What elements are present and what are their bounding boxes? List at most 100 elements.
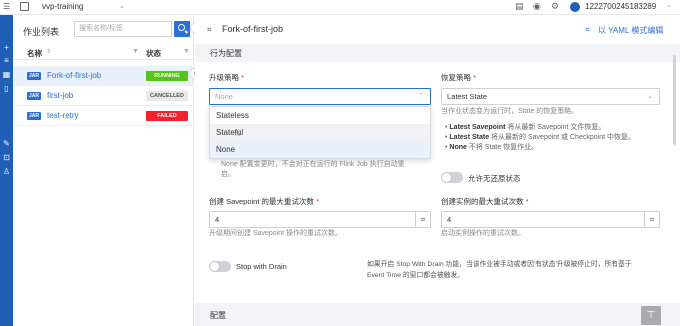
user-id[interactable]: 1222700245183289 [585, 2, 656, 11]
restore-strategy-label-text: 恢复策略 [441, 73, 471, 82]
upgrade-help: None 配置变更时，不会对正在运行的 Flink Job 执行自动重 [221, 161, 405, 168]
project-icon [20, 2, 29, 11]
bullet-bold: Latest Savepoint [449, 124, 506, 131]
instance-retry-label: 创建实例的最大重试次数 * [441, 197, 529, 206]
savepoint-retry-help: 升级期间创建 Savepoint 操作的重试次数。 [209, 230, 343, 237]
savepoint-retry-label-text: 创建 Savepoint 的最大重试次数 [209, 197, 315, 206]
page-title: Fork-of-first-job [222, 24, 284, 34]
list-item: • Latest Savepoint 将从最新 Savepoint 文件恢复。 [445, 124, 606, 131]
project-chevron-icon[interactable]: ⌄ [119, 2, 125, 10]
restore-help: 当作业状态变为运行时，State 的恢复策略。 [441, 108, 579, 115]
job-type-icon: ⌗ [207, 25, 212, 34]
upgrade-strategy-label: 升级策略 * [209, 73, 245, 82]
yaml-icon[interactable]: ⌗ [585, 25, 590, 35]
restore-strategy-label: 恢复策略 * [441, 73, 477, 82]
bullet-text: 将从最新的 Savepoint 或 Checkpoint 中恢复。 [489, 134, 635, 141]
stop-with-drain-label: Stop with Drain [236, 262, 287, 271]
scroll-to-top-button[interactable]: ⊤ [641, 306, 661, 325]
instance-retry-label-text: 创建实例的最大重试次数 [441, 197, 524, 206]
restore-strategy-select[interactable]: Latest State ⌄ [441, 88, 660, 105]
table-row[interactable]: JAR first-job CANCELLED [13, 86, 194, 106]
status-badge: RUNNING [146, 71, 188, 81]
savepoint-retry-input[interactable]: 4 ⌗ [209, 211, 431, 228]
table-row[interactable]: JAR test-retry FAILED [13, 106, 194, 126]
number-stepper-icon[interactable]: ⌗ [644, 212, 659, 227]
job-name[interactable]: first-job [47, 91, 73, 100]
lock-icon[interactable]: ⊡ [2, 153, 11, 162]
allow-unrestored-toggle[interactable] [441, 172, 463, 183]
section-title: 配置 [210, 311, 226, 320]
column-name[interactable]: 名称 [27, 48, 42, 59]
job-detail: ⌗ Fork-of-first-job ⌗ 以 YAML 模式编辑 行为配置 升… [195, 15, 680, 326]
status-badge: FAILED [146, 111, 188, 121]
search-icon [178, 24, 185, 31]
savepoint-retry-label: 创建 Savepoint 的最大重试次数 * [209, 197, 320, 206]
bullet-bold: None [449, 144, 467, 151]
bullet-text: 不将 State 恢复作业。 [466, 144, 539, 151]
file-icon[interactable]: ▯ [2, 84, 11, 93]
document-icon[interactable]: ▤ [515, 1, 524, 12]
list-icon[interactable]: ≡ [2, 56, 11, 65]
chevron-up-icon: ⌃ [418, 93, 424, 100]
left-nav-rail: + ≡ ▦ ▯ ✎ ⊡ ♙ [0, 15, 13, 326]
instance-retry-input[interactable]: 4 ⌗ [441, 211, 660, 228]
table-header: 名称 ⇕ ▼ 状态 ▼ [13, 46, 194, 60]
users-icon[interactable]: ♙ [2, 167, 11, 176]
allow-unrestored-label: 允许无还原状态 [468, 174, 521, 183]
upgrade-strategy-value: None [215, 92, 233, 101]
upgrade-help-2: 启。 [221, 171, 235, 178]
column-status[interactable]: 状态 [146, 48, 161, 59]
instance-retry-help: 启动实例操作的重试次数。 [441, 230, 525, 237]
sort-icon[interactable]: ⇕ [46, 48, 51, 55]
yaml-edit-link[interactable]: 以 YAML 模式编辑 [598, 25, 663, 36]
grid-icon[interactable]: ▦ [2, 70, 11, 79]
edit-icon[interactable]: ✎ [2, 139, 11, 148]
bullet-bold: Latest State [449, 134, 490, 141]
mouse-cursor-icon: ☝ [235, 128, 241, 138]
option-stateful[interactable]: Stateful [210, 124, 430, 141]
list-item: • Latest State 将从最新的 Savepoint 或 Checkpo… [445, 134, 635, 141]
project-selector[interactable]: vvp-training [42, 2, 83, 11]
section-header: 行为配置 [195, 44, 680, 62]
section-header: 配置 ⊤ [195, 303, 680, 326]
top-bar: ☰ vvp-training ⌄ ▤ ◉ ⚙ 1222700245183289 … [0, 0, 680, 15]
settings-icon[interactable]: ⚙ [551, 1, 559, 12]
filter-icon[interactable]: ▼ [132, 48, 139, 55]
list-item: • None 不将 State 恢复作业。 [445, 144, 539, 151]
jar-badge: JAR [27, 72, 42, 80]
job-list-panel: 作业列表 搜索名称/标签 名称 ⇕ ▼ 状态 ▼ JAR Fork-of-fir… [13, 15, 194, 326]
section-title: 行为配置 [210, 49, 242, 58]
upgrade-strategy-select[interactable]: None ⌃ [209, 88, 431, 105]
job-name[interactable]: Fork-of-first-job [47, 71, 101, 80]
notification-icon[interactable]: ◉ [533, 1, 541, 12]
instance-retry-value: 4 [447, 215, 452, 224]
toggle-knob [210, 262, 219, 271]
add-icon[interactable]: + [2, 43, 11, 52]
drain-help-2: Event Time 的窗口都会被触发。 [367, 272, 465, 279]
number-stepper-icon[interactable]: ⌗ [415, 212, 430, 227]
option-stateless[interactable]: Stateless [210, 107, 430, 124]
table-row[interactable]: JAR Fork-of-first-job RUNNING [13, 66, 194, 86]
menu-grid-icon[interactable]: ☰ [3, 2, 12, 11]
search-input[interactable]: 搜索名称/标签 [74, 21, 172, 37]
savepoint-retry-value: 4 [215, 215, 220, 224]
panel-title: 作业列表 [23, 27, 60, 37]
restore-strategy-value: Latest State [447, 92, 488, 101]
scrollbar[interactable] [673, 55, 676, 145]
search-placeholder: 搜索名称/标签 [79, 25, 123, 32]
stop-with-drain-toggle[interactable] [209, 261, 231, 272]
bullet-text: 将从最新 Savepoint 文件恢复。 [505, 124, 606, 131]
avatar[interactable] [570, 2, 580, 12]
upgrade-strategy-label-text: 升级策略 [209, 73, 239, 82]
jar-badge: JAR [27, 112, 42, 120]
status-filter-icon[interactable]: ▼ [183, 48, 190, 55]
jar-badge: JAR [27, 92, 42, 100]
option-none[interactable]: None [210, 141, 430, 158]
status-badge: CANCELLED [146, 91, 188, 101]
upgrade-strategy-dropdown: Stateless Stateful None [209, 106, 431, 159]
search-button[interactable] [174, 21, 190, 37]
chevron-down-icon: ⌄ [647, 93, 653, 100]
user-chevron-icon[interactable]: ⌄ [666, 1, 672, 9]
toggle-knob [442, 173, 451, 182]
job-name[interactable]: test-retry [47, 111, 79, 120]
